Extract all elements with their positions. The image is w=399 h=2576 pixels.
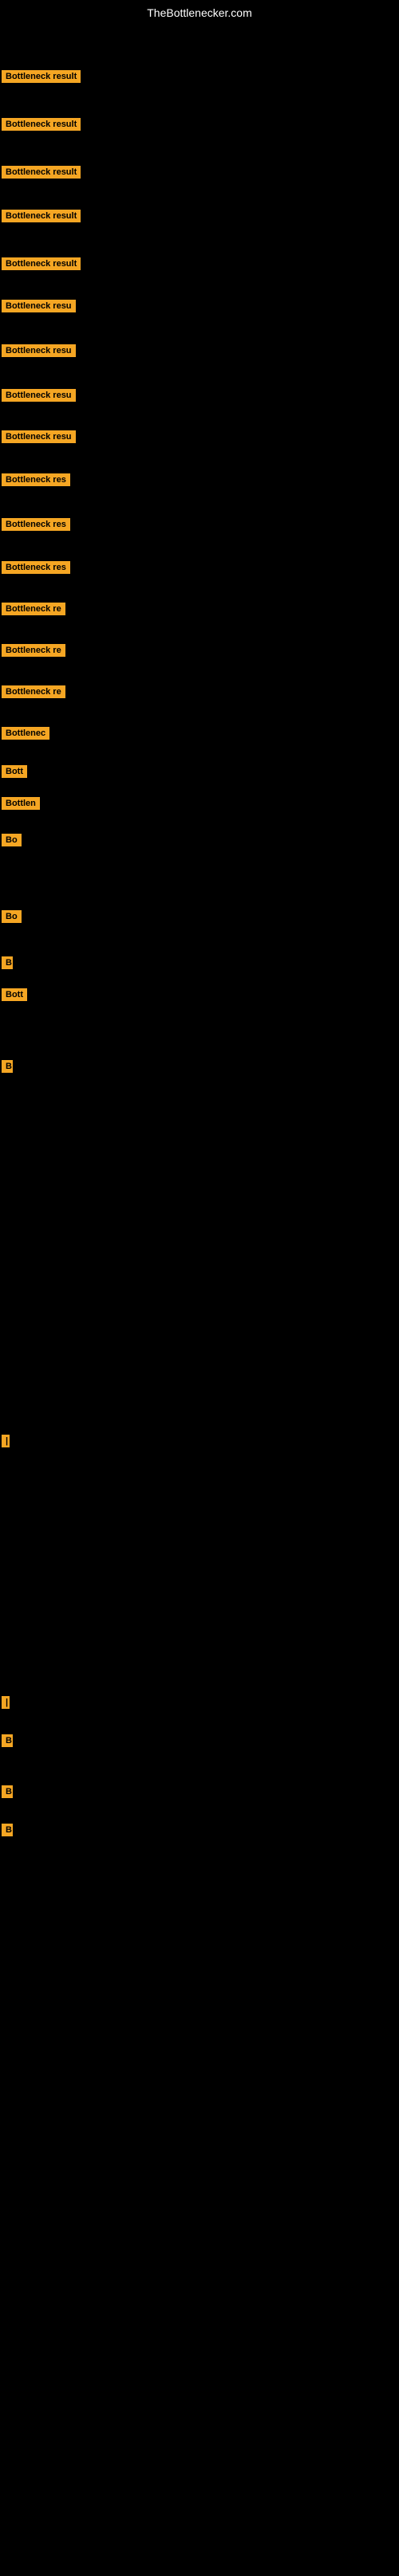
bottleneck-label: B [2, 1785, 13, 1798]
bottleneck-label: | [2, 1696, 10, 1709]
bottleneck-label: B [2, 956, 13, 969]
bottleneck-label: Bott [2, 988, 27, 1001]
bottleneck-label: Bottleneck re [2, 603, 65, 615]
bottleneck-label: Bott [2, 765, 27, 778]
bottleneck-label: Bottleneck res [2, 561, 70, 574]
bottleneck-label: Bottleneck result [2, 210, 81, 222]
bottleneck-label: Bottleneck result [2, 257, 81, 270]
bottleneck-label: Bottleneck resu [2, 300, 76, 312]
bottleneck-label: Bottleneck re [2, 685, 65, 698]
bottleneck-label: Bottleneck result [2, 166, 81, 179]
bottleneck-label: Bottleneck re [2, 644, 65, 657]
bottleneck-label: Bottlenec [2, 727, 49, 740]
bottleneck-label: B [2, 1060, 13, 1073]
bottleneck-label: Bottleneck result [2, 118, 81, 131]
bottleneck-label: | [2, 1435, 10, 1447]
bottleneck-label: Bottleneck resu [2, 389, 76, 402]
bottleneck-label: B [2, 1824, 13, 1836]
bottleneck-label: B [2, 1734, 13, 1747]
bottleneck-label: Bottleneck res [2, 473, 70, 486]
bottleneck-label: Bottlen [2, 797, 40, 810]
bottleneck-label: Bottleneck resu [2, 430, 76, 443]
bottleneck-label: Bo [2, 834, 22, 846]
bottleneck-label: Bottleneck res [2, 518, 70, 531]
bottleneck-label: Bottleneck result [2, 70, 81, 83]
site-title: TheBottlenecker.com [0, 0, 399, 26]
bottleneck-label: Bottleneck resu [2, 344, 76, 357]
bottleneck-label: Bo [2, 910, 22, 923]
